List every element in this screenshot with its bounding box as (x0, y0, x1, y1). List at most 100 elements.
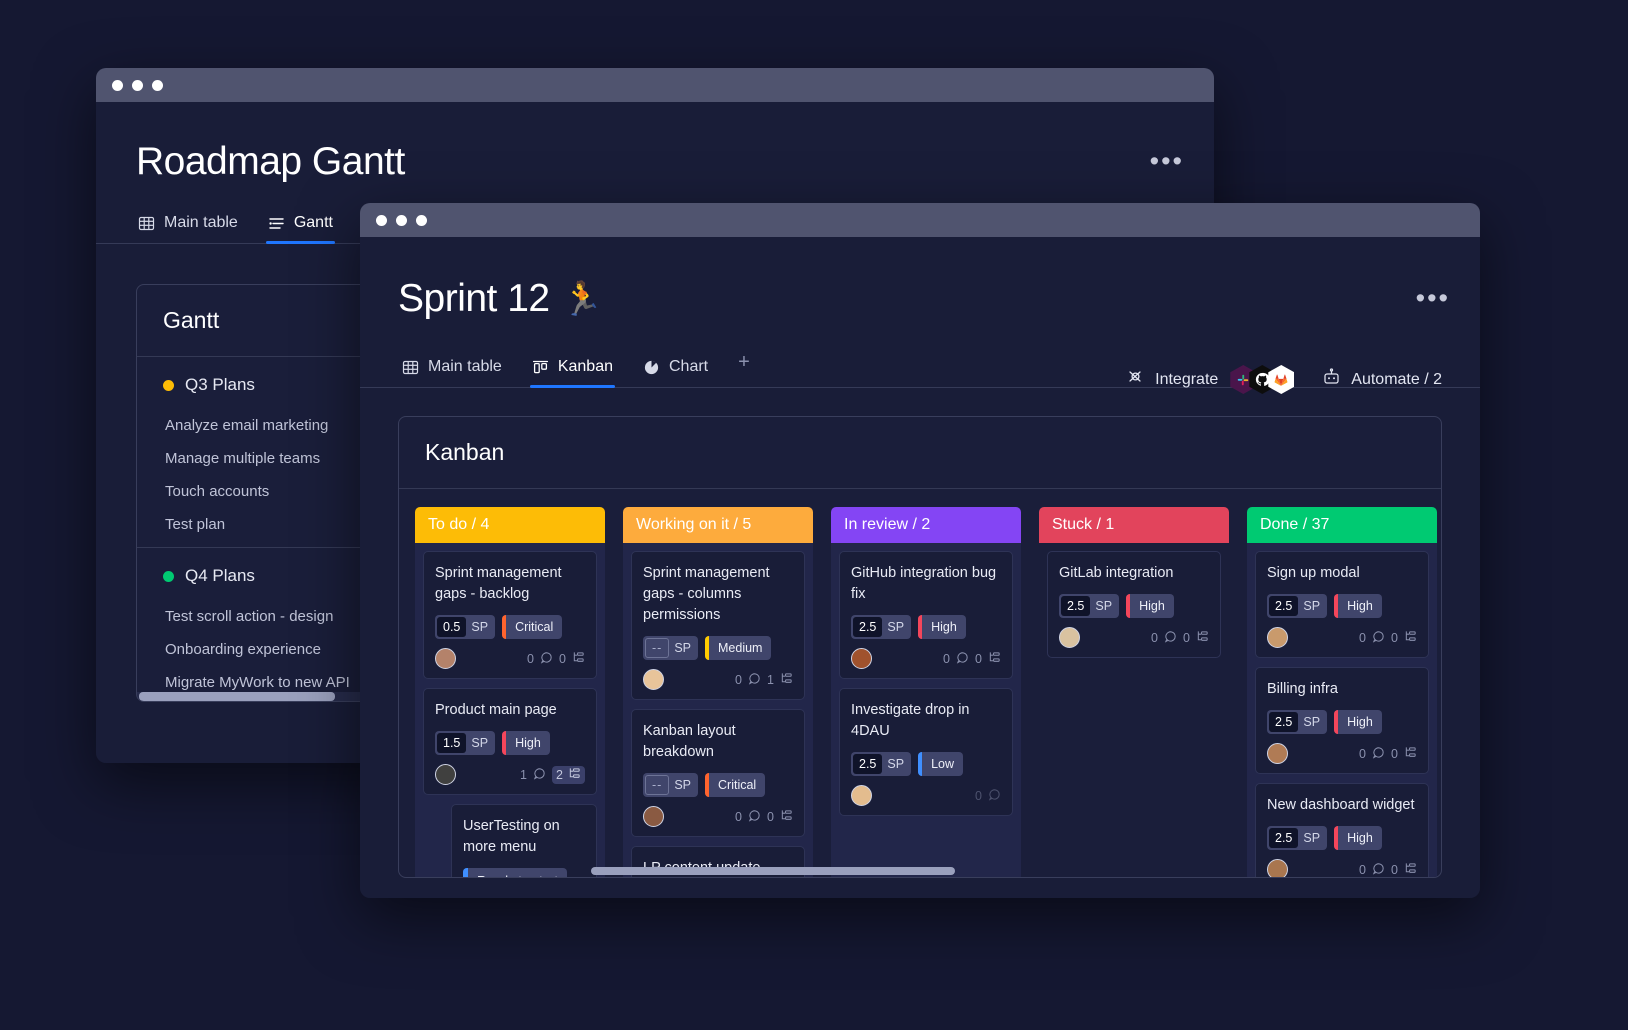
priority-chip[interactable]: High (502, 731, 550, 755)
avatar[interactable] (851, 648, 872, 669)
kanban-card[interactable]: Investigate drop in 4DAU 2.5 SP Low (839, 688, 1013, 816)
kanban-card[interactable]: New dashboard widget 2.5 SP High (1255, 783, 1429, 878)
kanban-card[interactable]: GitHub integration bug fix 2.5 SP High (839, 551, 1013, 679)
kanban-card[interactable]: UserTesting on more menu Ready to start (451, 804, 597, 878)
story-points-chip[interactable]: 2.5 SP (1059, 594, 1119, 618)
subitems-icon (568, 767, 581, 783)
subitems-badge[interactable]: 2 (552, 766, 585, 784)
story-points-chip[interactable]: 2.5 SP (851, 752, 911, 776)
card-footer: 0 0 (851, 648, 1001, 669)
kanban-column-header[interactable]: Working on it / 5 (623, 507, 813, 543)
card-meta: 0 0 (1151, 630, 1209, 646)
subitems-icon[interactable] (1404, 746, 1417, 762)
priority-chip[interactable]: Critical (502, 615, 562, 639)
priority-chip[interactable]: Critical (705, 773, 765, 797)
tab-kanban[interactable]: Kanban (530, 358, 615, 387)
comment-icon[interactable] (956, 651, 969, 667)
comment-icon[interactable] (748, 809, 761, 825)
avatar[interactable] (1059, 627, 1080, 648)
kanban-board: To do / 4 Sprint management gaps - backl… (399, 489, 1441, 878)
tab-add-view-button[interactable]: + (736, 351, 752, 387)
gantt-overflow-menu-button[interactable]: ••• (1150, 155, 1184, 169)
integration-apps[interactable] (1230, 365, 1294, 394)
gantt-window-titlebar (96, 68, 1214, 102)
kanban-column-header[interactable]: Stuck / 1 (1039, 507, 1229, 543)
comment-icon[interactable] (748, 672, 761, 688)
comment-icon[interactable] (988, 788, 1001, 804)
priority-label: High (922, 620, 966, 634)
story-points-chip[interactable]: 2.5 SP (1267, 826, 1327, 850)
sprint-overflow-menu-button[interactable]: ••• (1416, 292, 1450, 306)
priority-chip[interactable]: Low (918, 752, 963, 776)
comment-count: 0 (527, 652, 534, 666)
window-dot-close[interactable] (376, 215, 387, 226)
window-dot-minimize[interactable] (132, 80, 143, 91)
gitlab-icon[interactable] (1268, 365, 1294, 394)
subitems-icon[interactable] (572, 651, 585, 667)
kanban-card[interactable]: Kanban layout breakdown -- SP Critical (631, 709, 805, 837)
kanban-card[interactable]: GitLab integration 2.5 SP High (1047, 551, 1221, 658)
kanban-card[interactable]: Sprint management gaps - columns permiss… (631, 551, 805, 700)
story-points-value: 1.5 (437, 733, 466, 753)
comment-icon[interactable] (1372, 630, 1385, 646)
comment-icon[interactable] (533, 767, 546, 783)
priority-chip[interactable]: Medium (705, 636, 771, 660)
window-dot-minimize[interactable] (396, 215, 407, 226)
kanban-card[interactable]: Billing infra 2.5 SP High (1255, 667, 1429, 774)
kanban-column-body: Sprint management gaps - columns permiss… (623, 543, 813, 878)
kanban-card[interactable]: Sign up modal 2.5 SP High (1255, 551, 1429, 658)
card-meta: 0 0 (943, 651, 1001, 667)
kanban-column-header[interactable]: Done / 37 (1247, 507, 1437, 543)
avatar[interactable] (643, 669, 664, 690)
priority-chip[interactable]: High (918, 615, 966, 639)
gantt-scrollbar-thumb[interactable] (139, 692, 335, 701)
avatar[interactable] (851, 785, 872, 806)
story-points-chip[interactable]: 2.5 SP (1267, 710, 1327, 734)
story-points-chip[interactable]: -- SP (643, 636, 698, 660)
tab-main-table[interactable]: Main table (136, 214, 240, 243)
story-points-label: SP (1300, 715, 1327, 729)
runner-emoji-icon: 🏃 (562, 280, 603, 319)
priority-chip[interactable]: High (1334, 594, 1382, 618)
story-points-chip[interactable]: -- SP (643, 773, 698, 797)
kanban-card[interactable]: Product main page 1.5 SP High (423, 688, 597, 795)
subitems-icon[interactable] (988, 651, 1001, 667)
priority-chip[interactable]: High (1334, 826, 1382, 850)
window-dot-maximize[interactable] (152, 80, 163, 91)
story-points-chip[interactable]: 2.5 SP (1267, 594, 1327, 618)
tab-chart[interactable]: Chart (641, 358, 710, 387)
window-dot-maximize[interactable] (416, 215, 427, 226)
window-dot-close[interactable] (112, 80, 123, 91)
story-points-value: -- (645, 775, 669, 795)
story-points-chip[interactable]: 1.5 SP (435, 731, 495, 755)
subitems-icon[interactable] (1404, 630, 1417, 646)
story-points-value: 2.5 (853, 617, 882, 637)
subitems-icon[interactable] (780, 809, 793, 825)
avatar[interactable] (643, 806, 664, 827)
comment-icon[interactable] (1164, 630, 1177, 646)
kanban-column-header[interactable]: In review / 2 (831, 507, 1021, 543)
kanban-column-header[interactable]: To do / 4 (415, 507, 605, 543)
card-title: Investigate drop in 4DAU (851, 700, 1001, 742)
avatar[interactable] (435, 764, 456, 785)
tab-main-table[interactable]: Main table (400, 358, 504, 387)
integrate-button[interactable]: Integrate (1126, 365, 1294, 394)
automate-button[interactable]: Automate / 2 (1322, 368, 1442, 392)
story-points-label: SP (671, 778, 698, 792)
subitems-icon[interactable] (1196, 630, 1209, 646)
comment-icon[interactable] (1372, 746, 1385, 762)
sprint-title-text: Sprint 12 (398, 277, 550, 321)
kanban-horizontal-scrollbar[interactable] (399, 868, 1441, 877)
priority-chip[interactable]: High (1126, 594, 1174, 618)
priority-chip[interactable]: High (1334, 710, 1382, 734)
avatar[interactable] (1267, 627, 1288, 648)
subitems-icon[interactable] (780, 672, 793, 688)
story-points-chip[interactable]: 2.5 SP (851, 615, 911, 639)
kanban-card[interactable]: Sprint management gaps - backlog 0.5 SP … (423, 551, 597, 679)
comment-icon[interactable] (540, 651, 553, 667)
kanban-scrollbar-thumb[interactable] (591, 867, 955, 875)
avatar[interactable] (435, 648, 456, 669)
tab-gantt[interactable]: Gantt (266, 214, 335, 243)
avatar[interactable] (1267, 743, 1288, 764)
story-points-chip[interactable]: 0.5 SP (435, 615, 495, 639)
